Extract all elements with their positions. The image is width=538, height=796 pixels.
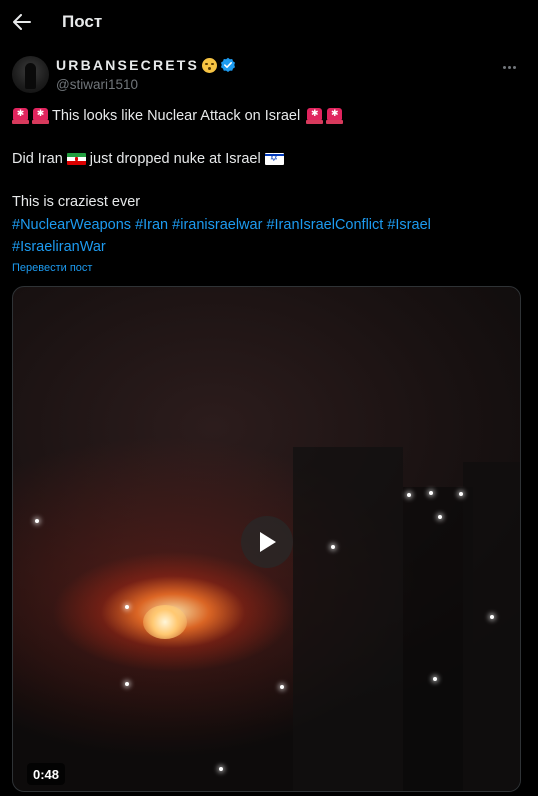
more-options-button[interactable] — [498, 58, 520, 76]
play-icon — [260, 532, 276, 552]
video-scene-fire — [143, 605, 187, 639]
display-name[interactable]: URBANSECRETS — [56, 57, 199, 73]
display-name-row[interactable]: URBANSECRETS — [56, 57, 236, 73]
video-scene-building — [293, 447, 403, 791]
verified-badge-icon — [221, 57, 236, 72]
page-title: Пост — [62, 12, 103, 31]
post-text-remark: This is craziest ever — [12, 194, 141, 210]
video-scene-light — [407, 493, 411, 497]
video-duration-badge: 0:48 — [27, 763, 66, 785]
avatar[interactable] — [12, 56, 49, 93]
police-car-light-icon: ✱ — [306, 108, 324, 124]
video-scene-building — [463, 462, 520, 791]
video-scene-light — [331, 545, 335, 549]
avatar-silhouette — [25, 63, 36, 89]
hashtag-link[interactable]: #Israel — [387, 217, 431, 233]
more-dot — [507, 65, 511, 69]
post-text-line-2: Did Iran just dropped nuke at Israel — [12, 151, 288, 167]
hushed-face-emoji-icon — [202, 57, 218, 73]
post-author: URBANSECRETS @stiwari1510 — [12, 56, 526, 96]
video-scene-light — [490, 615, 494, 619]
video-scene-light — [125, 605, 129, 609]
video-player[interactable]: 0:48 — [12, 286, 521, 792]
post-text-headline: This looks like Nuclear Attack on Israel — [52, 108, 301, 124]
post-text-line-1: ✱ ✱ This looks like Nuclear Attack on Is… — [12, 108, 346, 124]
police-car-light-icon: ✱ — [12, 108, 29, 124]
hashtag-link[interactable]: #iranisraelwar — [172, 217, 262, 233]
video-scene-light — [433, 677, 437, 681]
top-bar: Пост — [0, 0, 538, 46]
hashtag-link[interactable]: #NuclearWeapons — [12, 217, 131, 233]
police-car-light-icon: ✱ — [32, 108, 49, 124]
post-text-question-end: just dropped nuke at Israel — [89, 151, 261, 167]
more-horizontal-icon — [502, 65, 506, 69]
video-scene-light — [280, 685, 284, 689]
back-button[interactable] — [10, 9, 34, 35]
arrow-left-icon — [13, 14, 31, 30]
hashtag-link[interactable]: #IranIsraelConflict — [266, 217, 383, 233]
translate-post-link[interactable]: Перевести пост — [12, 262, 92, 274]
hashtag-link[interactable]: #IsraeliranWar — [12, 239, 106, 255]
more-dot — [512, 65, 516, 69]
video-scene-light — [438, 515, 442, 519]
video-scene-light — [219, 767, 223, 771]
video-scene-light — [459, 492, 463, 496]
post-text-line-3: This is craziest ever — [12, 194, 140, 210]
israel-flag-icon — [264, 153, 284, 165]
iran-flag-icon — [66, 153, 86, 165]
play-button[interactable] — [241, 516, 293, 568]
user-handle[interactable]: @stiwari1510 — [56, 77, 138, 92]
video-scene-light — [35, 519, 39, 523]
video-scene-light — [429, 491, 433, 495]
police-car-light-icon: ✱ — [326, 108, 344, 124]
hashtag-list: #NuclearWeapons #Iran #iranisraelwar #Ir… — [12, 214, 512, 258]
post-text-question-start: Did Iran — [12, 151, 63, 167]
hashtag-link[interactable]: #Iran — [135, 217, 168, 233]
video-scene-light — [125, 682, 129, 686]
